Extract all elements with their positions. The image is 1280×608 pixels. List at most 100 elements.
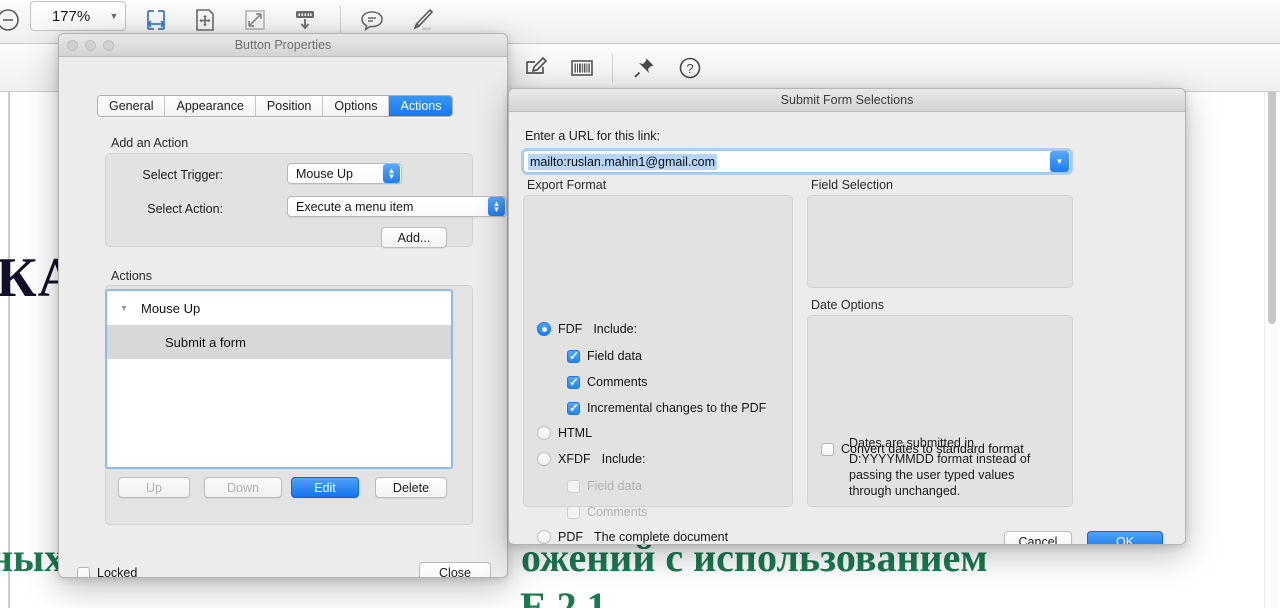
- radio-xfdf[interactable]: [537, 452, 551, 466]
- export-format-option-xfdf[interactable]: XFDF Include:: [537, 452, 645, 466]
- checkbox-fdf-comments[interactable]: [567, 375, 580, 389]
- app-window: КА ных ожений с использованием Е.2.1 177…: [0, 0, 1280, 608]
- tab-actions[interactable]: Actions: [389, 96, 453, 116]
- cancel-button[interactable]: Cancel: [1004, 531, 1072, 544]
- delete-action-button[interactable]: Delete: [375, 477, 447, 498]
- export-format-option-html[interactable]: HTML: [537, 426, 592, 440]
- checkbox-convert-dates[interactable]: [821, 442, 834, 456]
- checkbox-fdf-field-data[interactable]: [567, 349, 580, 363]
- field-selection-group: [807, 195, 1073, 288]
- select-action-label: Select Action:: [147, 202, 223, 216]
- radio-fdf-suffix: Include:: [593, 322, 638, 336]
- button-properties-dialog: Button Properties General Appearance Pos…: [58, 33, 508, 578]
- locked-label: Locked: [97, 566, 138, 578]
- svg-text:?: ?: [686, 61, 693, 76]
- zoom-window-button[interactable]: [103, 40, 114, 51]
- xfdf-child-field-data: Field data: [567, 479, 642, 493]
- button-properties-titlebar[interactable]: Button Properties: [59, 34, 507, 57]
- radio-pdf-label: PDF: [558, 530, 583, 544]
- document-text-bottom: Е.2.1: [520, 584, 607, 608]
- vertical-scrollbar-thumb[interactable]: [1268, 56, 1276, 324]
- tab-appearance[interactable]: Appearance: [165, 96, 256, 116]
- submit-form-title: Submit Form Selections: [780, 93, 914, 107]
- actions-row-label: Mouse Up: [141, 300, 201, 316]
- radio-xfdf-label: XFDF: [558, 452, 591, 466]
- locked-checkbox-row[interactable]: Locked: [77, 566, 138, 578]
- vertical-scrollbar[interactable]: [1264, 46, 1278, 608]
- radio-fdf-label: FDF: [558, 322, 583, 336]
- radio-fdf[interactable]: [537, 322, 551, 336]
- zoom-level-value: 177%: [51, 7, 91, 25]
- checkbox-fdf-incremental[interactable]: [567, 401, 580, 415]
- close-window-button[interactable]: [67, 40, 78, 51]
- fdf-child-field-data[interactable]: Field data: [567, 349, 642, 363]
- fdf-child-comments[interactable]: Comments: [567, 375, 647, 389]
- field-selection-label: Field Selection: [811, 178, 893, 192]
- checkbox-fdf-field-data-label: Field data: [587, 349, 642, 363]
- properties-tabbar: General Appearance Position Options Acti…: [97, 95, 454, 117]
- radio-html[interactable]: [537, 426, 551, 440]
- ok-button[interactable]: OK: [1087, 531, 1163, 544]
- close-button[interactable]: Close: [419, 562, 491, 577]
- actions-list-row-action[interactable]: Submit a form: [107, 325, 451, 359]
- url-label: Enter a URL for this link:: [525, 129, 661, 143]
- export-format-option-pdf[interactable]: PDF The complete document: [537, 530, 728, 544]
- barcode-icon[interactable]: [560, 48, 604, 88]
- actions-row-label-2: Submit a form: [165, 334, 246, 350]
- actions-group-label: Actions: [111, 269, 152, 283]
- radio-pdf[interactable]: [537, 530, 551, 544]
- chevron-updown-icon-2: ▲ ▼: [488, 197, 505, 216]
- fdf-child-incremental[interactable]: Incremental changes to the PDF: [567, 401, 766, 415]
- date-options-note: Dates are submitted in D:YYYYMMDD format…: [849, 436, 1031, 498]
- checkbox-xfdf-comments-label: Comments: [587, 505, 648, 519]
- select-action-value: Execute a menu item: [296, 199, 414, 214]
- export-format-label: Export Format: [527, 178, 607, 192]
- button-properties-body: General Appearance Position Options Acti…: [59, 57, 507, 578]
- checkbox-xfdf-comments: [567, 505, 580, 519]
- submit-form-titlebar[interactable]: Submit Form Selections: [509, 89, 1185, 112]
- tab-options[interactable]: Options: [323, 96, 390, 116]
- zoom-out-icon[interactable]: [0, 0, 30, 40]
- checkbox-fdf-comments-label: Comments: [587, 375, 648, 389]
- chevron-updown-icon-url[interactable]: ▼: [1050, 151, 1069, 172]
- pin-icon[interactable]: [622, 48, 666, 88]
- document-text-left: ных: [0, 535, 65, 580]
- add-action-button[interactable]: Add...: [381, 227, 447, 248]
- move-action-down-button[interactable]: Down: [204, 477, 282, 498]
- submit-form-body: Enter a URL for this link: mailto:ruslan…: [509, 112, 1185, 544]
- toolbar-separator: [340, 6, 341, 34]
- export-format-option-fdf[interactable]: FDF Include:: [537, 322, 637, 336]
- tab-position[interactable]: Position: [255, 96, 324, 116]
- radio-html-label: HTML: [558, 426, 593, 440]
- select-trigger-value: Mouse Up: [296, 166, 353, 181]
- pdf-page-left-edge: [8, 44, 10, 608]
- add-an-action-label: Add an Action: [111, 136, 189, 150]
- help-icon[interactable]: ?: [668, 48, 712, 88]
- xfdf-child-comments: Comments: [567, 505, 647, 519]
- radio-xfdf-suffix: Include:: [601, 452, 646, 466]
- signature-icon[interactable]: [514, 48, 558, 88]
- checkbox-fdf-incremental-label: Incremental changes to the PDF: [587, 401, 767, 415]
- submit-form-selections-dialog: Submit Form Selections Enter a URL for t…: [508, 88, 1186, 545]
- minimize-window-button[interactable]: [85, 40, 96, 51]
- move-action-up-button[interactable]: Up: [118, 477, 190, 498]
- zoom-level-combobox[interactable]: 177% ▼: [30, 1, 126, 31]
- disclosure-triangle-icon[interactable]: ▼: [107, 303, 141, 313]
- date-options-label: Date Options: [811, 298, 884, 312]
- chevron-updown-icon: ▲ ▼: [383, 164, 400, 183]
- edit-action-button[interactable]: Edit: [291, 477, 359, 498]
- checkbox-xfdf-field-data-label: Field data: [587, 479, 642, 493]
- select-action-dropdown[interactable]: Execute a menu item ▲ ▼: [287, 196, 507, 217]
- select-trigger-label: Select Trigger:: [142, 168, 223, 182]
- actions-list-row-trigger[interactable]: ▼ Mouse Up: [107, 291, 451, 325]
- button-properties-title: Button Properties: [234, 38, 332, 52]
- url-combobox[interactable]: mailto:ruslan.mahin1@gmail.com ▼: [523, 150, 1071, 173]
- locked-checkbox[interactable]: [77, 566, 90, 577]
- checkbox-xfdf-field-data: [567, 479, 580, 493]
- chevron-down-icon: ▼: [109, 11, 119, 21]
- url-input-value[interactable]: mailto:ruslan.mahin1@gmail.com: [528, 153, 717, 170]
- tab-general[interactable]: General: [98, 96, 166, 116]
- window-controls: [67, 40, 114, 51]
- actions-list[interactable]: ▼ Mouse Up Submit a form: [105, 289, 453, 469]
- select-trigger-dropdown[interactable]: Mouse Up ▲ ▼: [287, 163, 402, 184]
